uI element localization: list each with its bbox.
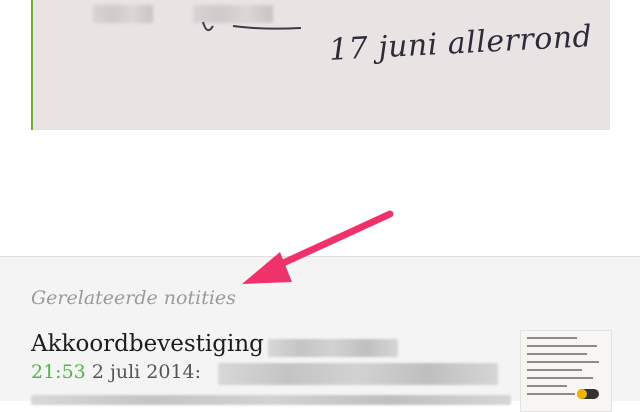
annotation-arrow-icon <box>242 210 394 284</box>
